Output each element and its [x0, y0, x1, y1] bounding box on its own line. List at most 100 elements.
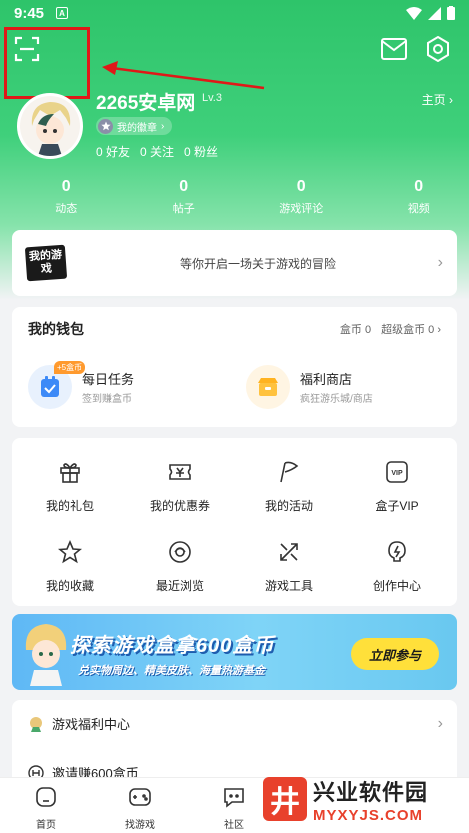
- stat-value: 0: [179, 178, 189, 195]
- list-item-welfare-center[interactable]: 游戏福利中心 ›: [28, 714, 443, 733]
- settings-icon[interactable]: [425, 36, 451, 62]
- chevron-right-icon: ›: [161, 120, 165, 132]
- watermark-cn: 兴业软件园: [313, 779, 429, 805]
- coupon-icon: [169, 464, 191, 480]
- coin-balance: 盒币 0: [339, 324, 372, 336]
- tab-find-games[interactable]: 找游戏: [110, 786, 170, 831]
- wifi-icon: [406, 6, 422, 20]
- stat-game-reviews[interactable]: 0 游戏评论: [251, 178, 352, 216]
- stat-label: 帖子: [172, 203, 195, 215]
- grid-label: 我的活动: [264, 499, 313, 513]
- community-icon: [224, 788, 244, 808]
- my-badge-button[interactable]: 我的徽章 ›: [96, 117, 173, 135]
- tools-icon: [280, 543, 298, 561]
- social-counts: 0 好友 0 关注 0 粉丝: [96, 143, 218, 160]
- chevron-right-icon: ›: [437, 714, 443, 732]
- star-icon: [57, 539, 83, 564]
- tab-label: 社区: [224, 820, 244, 831]
- status-bar: 9:45 A: [0, 0, 469, 26]
- stat-value: 0: [61, 178, 71, 195]
- battery-icon: [447, 6, 455, 20]
- tab-home[interactable]: 首页: [16, 786, 76, 831]
- following-count[interactable]: 0 关注: [140, 143, 174, 160]
- stat-posts-dynamic[interactable]: 0 动态: [16, 178, 117, 216]
- stat-threads[interactable]: 0 帖子: [134, 178, 235, 216]
- banner-character-icon: [25, 624, 67, 686]
- my-games-logo: 我的游戏: [24, 244, 68, 282]
- username: 2265安卓网: [96, 93, 196, 114]
- avatar-character-icon: [20, 96, 80, 156]
- notification-a-icon: A: [56, 7, 69, 19]
- daily-task-title: 每日任务: [82, 372, 135, 387]
- shop-subtitle: 疯狂游乐城/商店: [300, 394, 373, 405]
- site-watermark: 井 兴业软件园 MYXYJS.COM: [263, 773, 469, 825]
- vip-icon: VIP: [386, 461, 408, 483]
- grid-item-recent[interactable]: 最近浏览: [130, 540, 230, 594]
- mail-icon[interactable]: [381, 38, 407, 60]
- chevron-right-icon: ›: [437, 254, 443, 271]
- homepage-link[interactable]: 主页 ›: [422, 91, 453, 108]
- my-games-card[interactable]: 我的游戏 等你开启一场关于游戏的冒险 ›: [12, 230, 457, 296]
- home-icon: [36, 787, 56, 807]
- welfare-shop-entry[interactable]: 福利商店 疯狂游乐城/商店: [246, 365, 373, 409]
- status-time: 9:45: [14, 4, 45, 22]
- tab-community[interactable]: 社区: [204, 786, 264, 831]
- stat-label: 动态: [55, 203, 78, 215]
- gamepad-icon: [129, 788, 151, 806]
- badge-label: 我的徽章: [117, 122, 157, 134]
- watermark-logo-icon: 井: [263, 777, 307, 821]
- flag-icon: [280, 461, 299, 483]
- grid-label: 我的礼包: [45, 499, 94, 513]
- stat-label: 游戏评论: [279, 203, 324, 215]
- join-now-button[interactable]: 立即参与: [351, 638, 439, 670]
- eye-icon: [169, 541, 191, 563]
- avatar[interactable]: [17, 93, 83, 159]
- friends-count[interactable]: 0 好友: [96, 143, 130, 160]
- grid-label: 我的收藏: [45, 579, 94, 593]
- welfare-center-icon: [30, 716, 42, 732]
- daily-task-entry[interactable]: +5盒币 每日任务 签到赚盒币: [28, 361, 135, 409]
- grid-item-gifts[interactable]: 我的礼包: [20, 460, 120, 514]
- badge-star-icon: [98, 118, 113, 134]
- annotation-highlight-box: [4, 27, 90, 99]
- level-label: Lv.3: [202, 92, 222, 104]
- tab-label: 首页: [36, 820, 56, 831]
- daily-task-subtitle: 签到赚盒币: [82, 394, 132, 405]
- daily-task-icon: +5盒币: [28, 361, 86, 409]
- banner-title: 探索游戏盒拿600盒币: [70, 635, 275, 657]
- wallet-card: 我的钱包 盒币 0 超级盒币 0 › +5盒币 每日任务 签到赚盒币 福利商店 …: [12, 307, 457, 427]
- grid-item-creator[interactable]: 创作中心: [347, 540, 447, 594]
- grid-item-favorites[interactable]: 我的收藏: [20, 539, 120, 594]
- stat-videos[interactable]: 0 视频: [369, 178, 469, 216]
- tab-label: 找游戏: [125, 820, 155, 831]
- shop-icon: [246, 365, 290, 409]
- grid-label: 最近浏览: [155, 579, 204, 593]
- shop-title: 福利商店: [300, 372, 353, 387]
- grid-item-vip[interactable]: VIP 盒子VIP: [347, 460, 447, 514]
- grid-item-activities[interactable]: 我的活动: [239, 460, 339, 514]
- status-icons: [406, 6, 455, 20]
- grid-label: 创作中心: [372, 579, 421, 593]
- creator-icon: [388, 541, 406, 562]
- promo-banner[interactable]: 探索游戏盒拿600盒币 兑实物周边、精美皮肤、海量热游基金 立即参与: [12, 614, 457, 690]
- my-games-text: 等你开启一场关于游戏的冒险: [180, 256, 337, 271]
- wallet-balances[interactable]: 盒币 0 超级盒币 0 ›: [340, 321, 441, 337]
- gift-icon: [60, 463, 80, 483]
- stat-label: 视频: [407, 203, 430, 215]
- watermark-text: 兴业软件园 MYXYJS.COM: [313, 775, 428, 824]
- svg-text:VIP: VIP: [391, 470, 403, 477]
- profile-stats: 0 动态 0 帖子 0 游戏评论 0 视频: [0, 178, 469, 216]
- list-item-label: 游戏福利中心: [52, 717, 131, 732]
- signal-icon: [428, 6, 441, 20]
- feature-grid: 我的礼包 我的优惠券 我的活动 VIP 盒子VIP 我的收藏 最近浏览 游戏工具…: [12, 438, 457, 606]
- grid-label: 游戏工具: [264, 579, 313, 593]
- super-coin-balance: 超级盒币 0 ›: [381, 324, 441, 336]
- followers-count[interactable]: 0 粉丝: [184, 143, 218, 160]
- stat-value: 0: [414, 178, 424, 195]
- grid-item-coupons[interactable]: 我的优惠券: [130, 460, 230, 514]
- grid-label: 我的优惠券: [149, 499, 210, 513]
- grid-label: 盒子VIP: [375, 499, 419, 513]
- grid-item-tools[interactable]: 游戏工具: [239, 540, 339, 594]
- coin-reward-tag: +5盒币: [54, 361, 86, 374]
- watermark-en: MYXYJS.COM: [313, 806, 424, 824]
